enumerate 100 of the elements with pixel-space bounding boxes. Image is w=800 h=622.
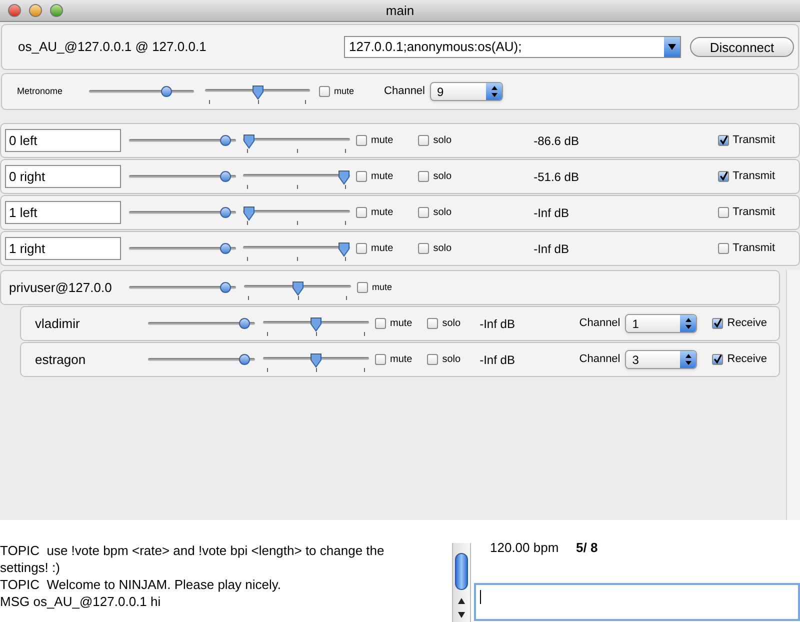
checkbox[interactable] [718, 243, 729, 254]
volume-slider[interactable] [129, 242, 236, 256]
channel-dropdown[interactable]: 9 [430, 82, 503, 101]
pan-slider[interactable] [205, 84, 310, 104]
pan-slider[interactable] [263, 316, 369, 336]
checkbox[interactable] [418, 243, 430, 254]
checkbox-label: Receive [727, 352, 767, 368]
close-icon[interactable] [8, 4, 21, 17]
chat-input[interactable] [474, 583, 800, 621]
volume-slider[interactable] [129, 280, 236, 294]
slider-thumb[interactable] [220, 206, 232, 218]
checkbox-label: Receive [727, 316, 767, 332]
checkbox[interactable] [356, 207, 367, 218]
scrollbar-thumb[interactable] [455, 553, 468, 590]
chat-message: TOPIC use !vote bpm <rate> and !vote bpi <length> to change the settings! :) [0, 542, 386, 576]
checkbox[interactable] [418, 207, 430, 218]
channel-name-field[interactable]: 1 right [5, 237, 121, 260]
slider-thumb[interactable] [220, 282, 232, 292]
checkbox-label: mute [371, 134, 394, 148]
slider-thumb[interactable] [292, 280, 304, 296]
checkbox-label: solo [433, 206, 452, 220]
checkbox-label: solo [433, 242, 452, 256]
pan-slider[interactable] [263, 352, 369, 372]
checkbox-label: mute [372, 280, 392, 294]
slider-thumb[interactable] [220, 134, 232, 146]
volume-slider[interactable] [129, 170, 236, 184]
pan-slider[interactable] [243, 242, 350, 262]
checkbox[interactable] [319, 86, 330, 97]
slider-thumb[interactable] [252, 84, 264, 100]
checkbox[interactable] [712, 318, 724, 329]
minimize-icon[interactable] [29, 4, 42, 17]
checkbox-label: Transmit [732, 205, 775, 220]
checkbox[interactable] [427, 318, 438, 329]
level-reading: -51.6 dB [534, 168, 579, 186]
slider-thumb[interactable] [243, 206, 255, 220]
checkbox-label: mute [371, 206, 394, 220]
checkbox[interactable] [357, 282, 368, 293]
pan-slider[interactable] [243, 170, 350, 190]
checkbox[interactable] [718, 171, 729, 182]
server-field[interactable]: 127.0.0.1;anonymous:os(AU); [344, 36, 681, 58]
channel-name: estragon [35, 350, 87, 369]
slider-thumb[interactable] [338, 170, 350, 184]
channel-name-field[interactable]: 1 left [5, 201, 121, 224]
channel-name-field[interactable]: 0 right [5, 165, 121, 188]
up-down-arrows-icon [684, 354, 692, 365]
volume-slider[interactable] [148, 352, 255, 366]
slider-thumb[interactable] [338, 242, 350, 256]
checkbox[interactable] [418, 135, 430, 146]
checkbox[interactable] [718, 207, 729, 218]
pan-slider[interactable] [243, 134, 350, 154]
checkbox[interactable] [375, 318, 386, 329]
level-reading: -86.6 dB [534, 132, 579, 150]
checkbox-label: Transmit [732, 241, 775, 256]
zoom-icon[interactable] [50, 4, 63, 17]
connection-status: os_AU_@127.0.0.1 @ 127.0.0.1 [18, 38, 206, 56]
checkbox-label: mute [334, 84, 354, 98]
channel-label: Channel [579, 352, 620, 368]
checkbox-label: solo [442, 353, 461, 367]
user-name: privuser@127.0.0 [9, 278, 113, 297]
pan-slider[interactable] [244, 280, 351, 300]
scrollbar[interactable] [786, 270, 800, 520]
slider-thumb[interactable] [310, 352, 322, 368]
slider-thumb[interactable] [243, 134, 255, 148]
channel-dropdown[interactable]: 1 [625, 314, 698, 333]
scrollbar[interactable] [452, 543, 471, 622]
chat-message: MSG os_AU_@127.0.0.1 hi [0, 593, 162, 610]
checkbox-label: solo [433, 134, 452, 148]
checkbox[interactable] [356, 135, 367, 146]
level-reading: -Inf dB [534, 204, 569, 222]
checkbox[interactable] [718, 135, 729, 146]
volume-slider[interactable] [89, 84, 194, 98]
volume-slider[interactable] [129, 206, 236, 220]
slider-thumb[interactable] [310, 316, 322, 332]
window-title: main [386, 2, 414, 20]
checkbox[interactable] [356, 171, 367, 182]
volume-slider[interactable] [129, 134, 236, 148]
channel-label: Channel [579, 316, 620, 332]
checkbox-label: solo [433, 170, 452, 184]
slider-thumb[interactable] [239, 318, 250, 328]
channel-name: vladimir [35, 314, 81, 333]
checkbox[interactable] [418, 171, 430, 182]
checkbox[interactable] [427, 354, 438, 365]
slider-thumb[interactable] [239, 354, 250, 364]
up-down-arrows-icon [684, 318, 692, 329]
slider-thumb[interactable] [220, 242, 232, 254]
beat-counter: 5/ 8 [576, 538, 598, 557]
checkbox-label: Transmit [732, 169, 775, 184]
pan-slider[interactable] [243, 206, 350, 226]
dropdown-arrow-icon [668, 44, 676, 50]
checkbox-label: Transmit [732, 133, 775, 148]
slider-thumb[interactable] [220, 170, 232, 182]
checkbox[interactable] [712, 354, 724, 365]
checkbox[interactable] [375, 354, 386, 365]
slider-thumb[interactable] [161, 86, 172, 96]
disconnect-button[interactable]: Disconnect [690, 37, 794, 57]
checkbox[interactable] [356, 243, 367, 254]
level-reading: -Inf dB [480, 316, 515, 332]
volume-slider[interactable] [148, 316, 255, 330]
channel-dropdown[interactable]: 3 [625, 350, 698, 369]
channel-name-field[interactable]: 0 left [5, 129, 121, 152]
